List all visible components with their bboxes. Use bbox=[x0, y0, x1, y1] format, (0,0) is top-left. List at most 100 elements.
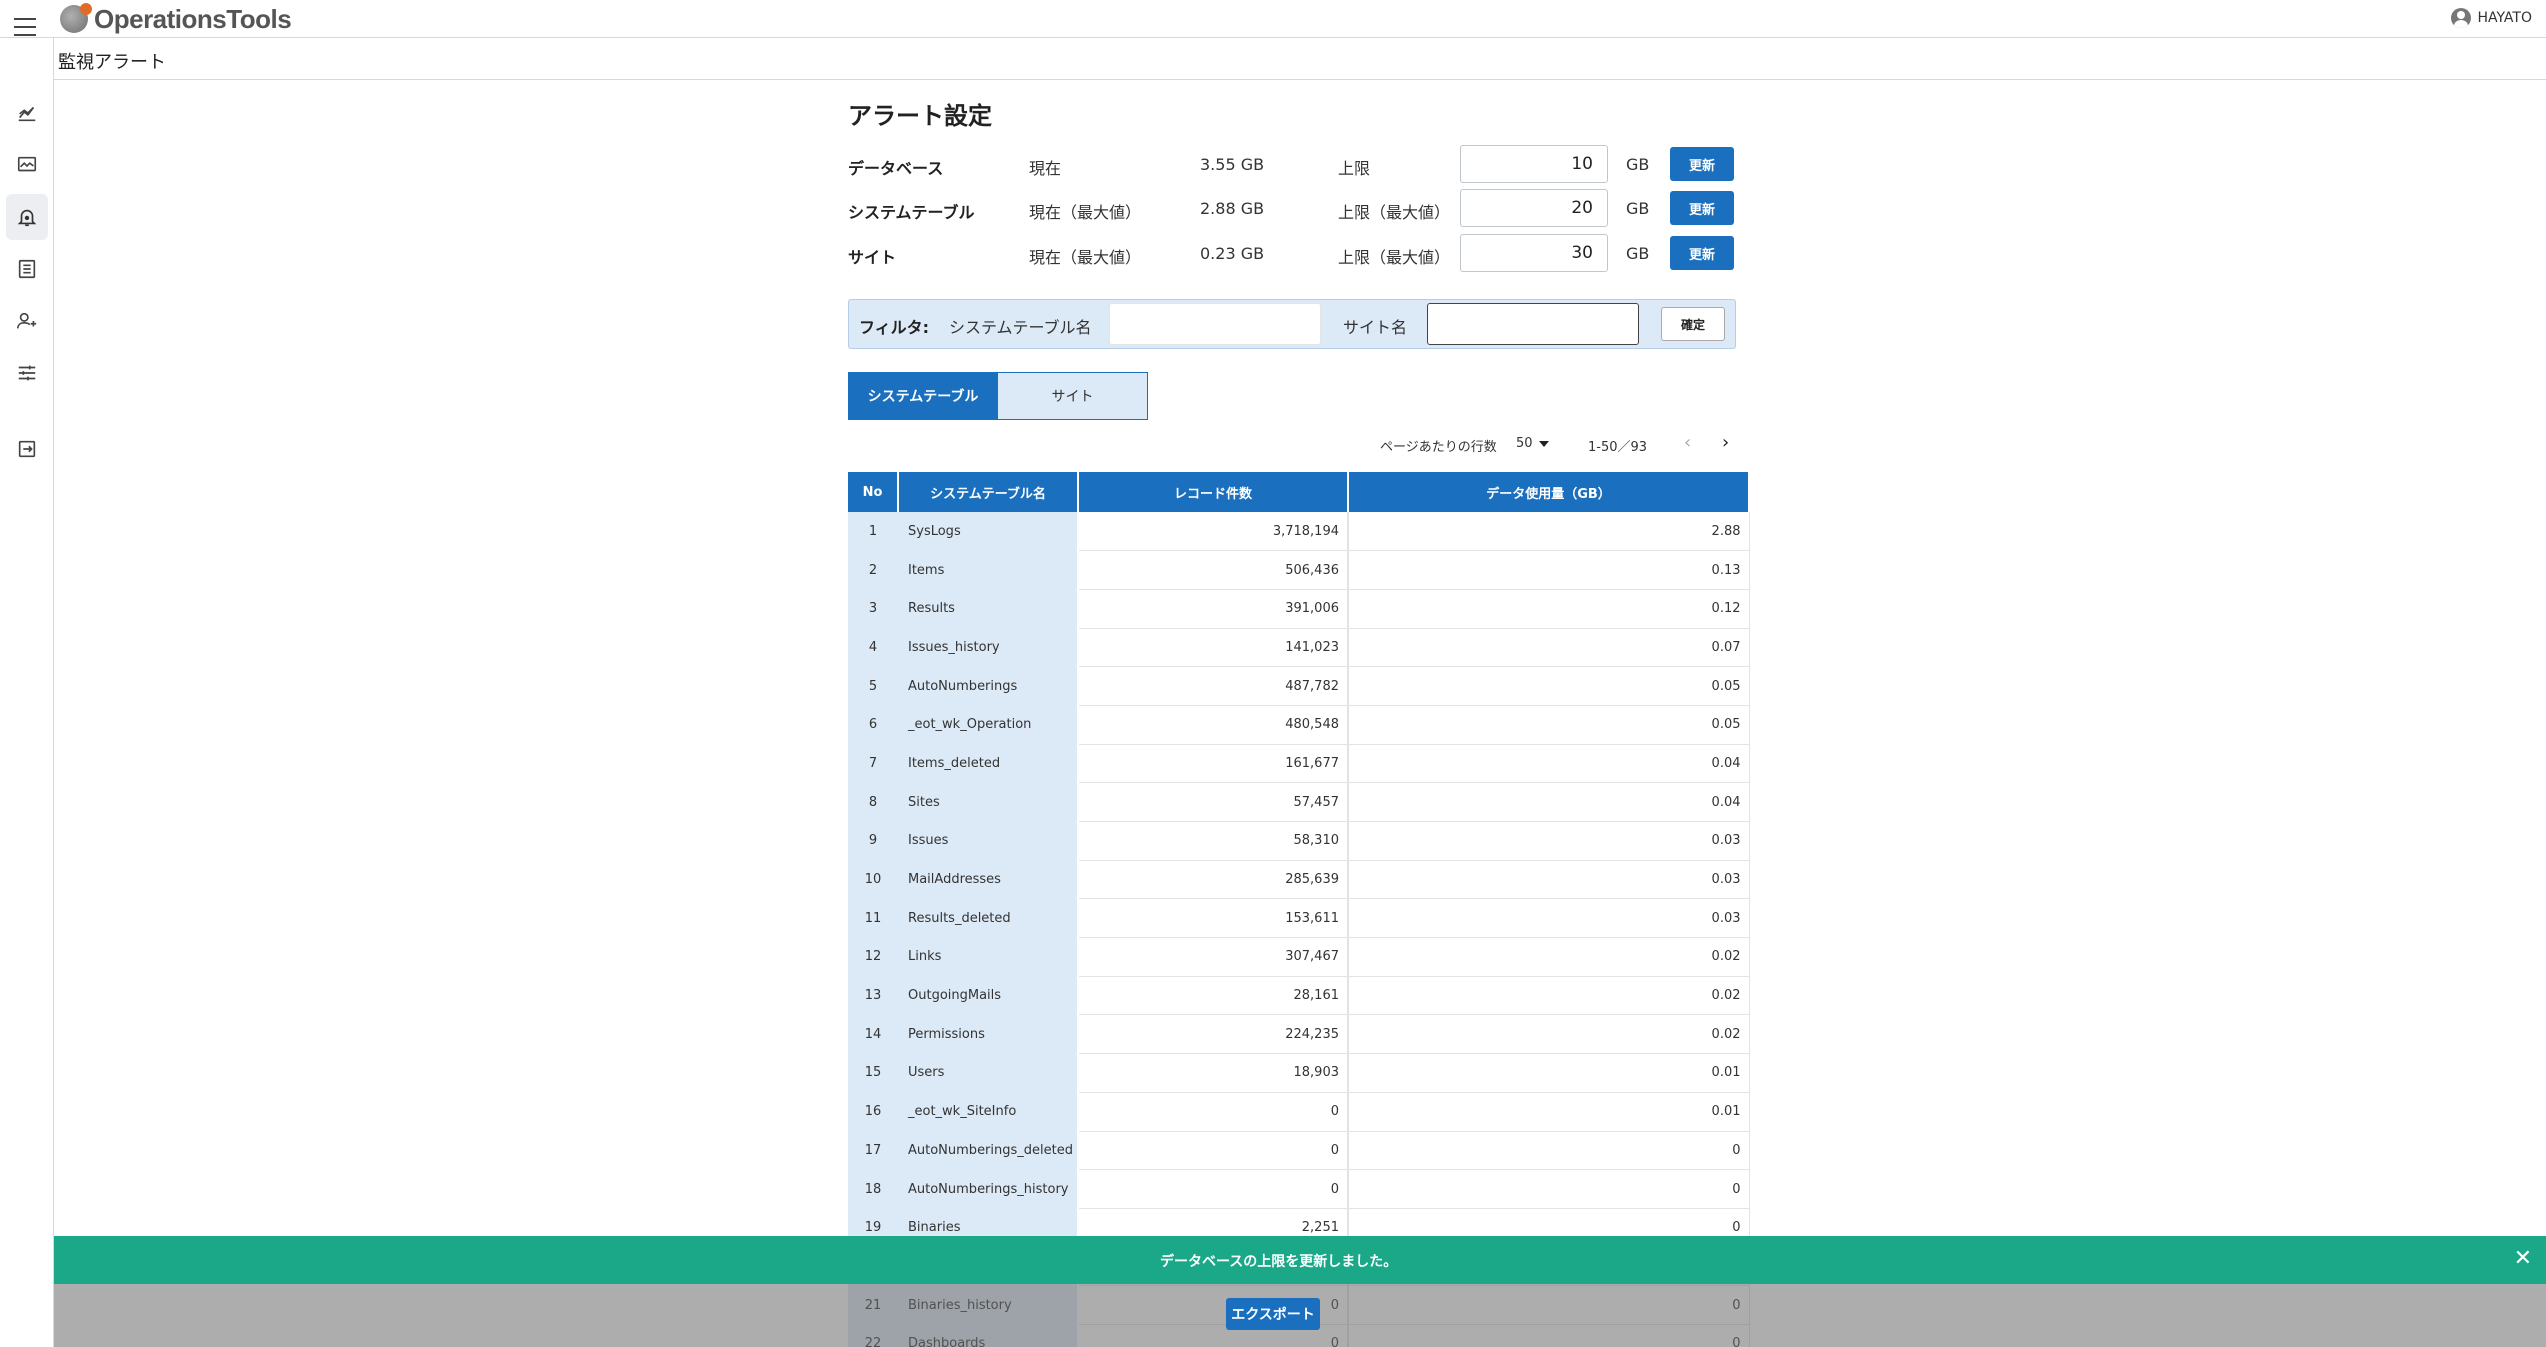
table-row[interactable]: 11 Results_deleted 153,611 0.03 bbox=[848, 898, 1750, 939]
row-number: 5 bbox=[848, 666, 898, 706]
user-menu[interactable]: HAYATO bbox=[2451, 8, 2532, 28]
user-name: HAYATO bbox=[2477, 10, 2532, 26]
row-number: 13 bbox=[848, 976, 898, 1016]
sidebar-item-logout[interactable] bbox=[6, 426, 48, 472]
table-row[interactable]: 14 Permissions 224,235 0.02 bbox=[848, 1014, 1750, 1055]
column-header-table-name[interactable]: システムテーブル名 bbox=[898, 472, 1079, 512]
record-count-cell: 57,457 bbox=[1077, 782, 1349, 822]
filter-panel: フィルタ: システムテーブル名 サイト名 確定 bbox=[848, 299, 1736, 349]
column-header-no[interactable]: No bbox=[848, 472, 899, 512]
table-name-cell: SysLogs bbox=[898, 512, 1079, 552]
sidebar-item-list[interactable] bbox=[6, 246, 48, 292]
filter-title: フィルタ: bbox=[859, 318, 930, 337]
table-row[interactable]: 15 Users 18,903 0.01 bbox=[848, 1053, 1750, 1093]
chevron-left-icon[interactable]: ‹ bbox=[1684, 432, 1691, 453]
table-name-input[interactable] bbox=[1109, 303, 1321, 345]
data-usage-cell: 0.03 bbox=[1348, 860, 1750, 900]
limit-label: システムテーブル bbox=[848, 203, 975, 222]
update-database-button[interactable]: 更新 bbox=[1670, 147, 1734, 181]
table-name-cell: Results bbox=[898, 589, 1079, 629]
current-label: 現在（最大値） bbox=[1029, 203, 1142, 222]
close-icon[interactable]: ✕ bbox=[2514, 1246, 2532, 1271]
data-usage-cell: 0.02 bbox=[1348, 937, 1750, 977]
database-limit-input[interactable] bbox=[1460, 145, 1608, 183]
confirm-button[interactable]: 確定 bbox=[1661, 307, 1725, 341]
table-row[interactable]: 8 Sites 57,457 0.04 bbox=[848, 782, 1750, 822]
upper-limit-label: 上限（最大値） bbox=[1338, 248, 1451, 267]
table-name-cell: Links bbox=[898, 937, 1079, 977]
alert-bell-icon bbox=[17, 209, 37, 227]
data-usage-cell: 0.03 bbox=[1348, 821, 1750, 861]
row-number: 16 bbox=[848, 1092, 898, 1132]
sidebar-item-monitor[interactable] bbox=[6, 142, 48, 188]
update-system-table-button[interactable]: 更新 bbox=[1670, 191, 1734, 225]
table-row[interactable]: 12 Links 307,467 0.02 bbox=[848, 937, 1750, 977]
hamburger-menu-icon[interactable] bbox=[14, 18, 40, 38]
row-number: 3 bbox=[848, 589, 898, 629]
record-count-cell: 153,611 bbox=[1077, 898, 1349, 939]
system-table-grid: No システムテーブル名 レコード件数 データ使用量（GB） 1 SysLogs 3… bbox=[848, 472, 1750, 1347]
limit-label: サイト bbox=[848, 248, 897, 267]
table-row[interactable]: 13 OutgoingMails 28,161 0.02 bbox=[848, 976, 1750, 1016]
table-row[interactable]: 5 AutoNumberings 487,782 0.05 bbox=[848, 666, 1750, 706]
rows-per-page-value: 50 bbox=[1516, 436, 1533, 451]
table-row[interactable]: 4 Issues_history 141,023 0.07 bbox=[848, 628, 1750, 668]
table-row[interactable]: 9 Issues 58,310 0.03 bbox=[848, 821, 1750, 861]
export-button[interactable]: エクスポート bbox=[1226, 1298, 1320, 1330]
row-number: 4 bbox=[848, 628, 898, 668]
logo-text: OperationsTools bbox=[94, 3, 292, 34]
update-site-button[interactable]: 更新 bbox=[1670, 236, 1734, 270]
table-row[interactable]: 7 Items_deleted 161,677 0.04 bbox=[848, 744, 1750, 784]
table-row[interactable]: 17 AutoNumberings_deleted 0 0 bbox=[848, 1131, 1750, 1171]
record-count-cell: 3,718,194 bbox=[1077, 512, 1349, 552]
sidebar bbox=[0, 38, 54, 1347]
limit-row-database: データベース 現在 3.55 GB 上限 GB 更新 bbox=[848, 145, 1738, 185]
record-count-cell: 141,023 bbox=[1077, 628, 1349, 668]
table-row[interactable]: 18 AutoNumberings_history 0 0 bbox=[848, 1169, 1750, 1209]
record-count-cell: 18,903 bbox=[1077, 1053, 1349, 1093]
tab-site[interactable]: サイト bbox=[998, 372, 1148, 420]
row-number: 10 bbox=[848, 860, 898, 900]
table-body: 1 SysLogs 3,718,194 2.88 2 Items 506,436 0.13 3 R… bbox=[848, 512, 1750, 1347]
user-avatar-icon bbox=[2451, 8, 2472, 28]
record-count-cell: 391,006 bbox=[1077, 589, 1349, 629]
sidebar-item-settings[interactable] bbox=[6, 350, 48, 396]
table-row[interactable]: 1 SysLogs 3,718,194 2.88 bbox=[848, 512, 1750, 552]
page-range: 1-50／93 bbox=[1588, 440, 1648, 455]
data-usage-cell: 2.88 bbox=[1348, 512, 1750, 552]
sidebar-item-users[interactable] bbox=[6, 298, 48, 344]
system-table-limit-input[interactable] bbox=[1460, 189, 1608, 227]
column-header-record-count[interactable]: レコード件数 bbox=[1078, 472, 1349, 512]
data-usage-cell: 0.05 bbox=[1348, 666, 1750, 706]
table-row[interactable]: 6 _eot_wk_Operation 480,548 0.05 bbox=[848, 705, 1750, 745]
data-usage-cell: 0.03 bbox=[1348, 898, 1750, 939]
record-count-cell: 487,782 bbox=[1077, 666, 1349, 706]
row-number: 9 bbox=[848, 821, 898, 861]
page-title: アラート設定 bbox=[848, 102, 992, 130]
sidebar-item-dashboard[interactable] bbox=[6, 90, 48, 136]
table-row[interactable]: 3 Results 391,006 0.12 bbox=[848, 589, 1750, 629]
tab-bar: システムテーブル サイト bbox=[848, 372, 1148, 420]
table-row[interactable]: 16 _eot_wk_SiteInfo 0 0.01 bbox=[848, 1092, 1750, 1132]
app-logo[interactable]: OperationsTools bbox=[60, 3, 292, 34]
table-row[interactable]: 10 MailAddresses 285,639 0.03 bbox=[848, 860, 1750, 900]
chevron-right-icon[interactable]: › bbox=[1722, 432, 1729, 453]
table-row[interactable]: 2 Items 506,436 0.13 bbox=[848, 550, 1750, 590]
rows-per-page-select[interactable]: 50 bbox=[1516, 436, 1549, 451]
top-bar: OperationsTools HAYATO bbox=[0, 0, 2546, 38]
column-header-data-usage[interactable]: データ使用量（GB） bbox=[1348, 472, 1750, 512]
breadcrumb: 監視アラート bbox=[58, 52, 166, 73]
current-value: 0.23 GB bbox=[1200, 244, 1265, 263]
list-icon bbox=[18, 259, 36, 279]
site-name-input[interactable] bbox=[1427, 303, 1639, 345]
data-usage-cell: 0.05 bbox=[1348, 705, 1750, 745]
tab-system-table[interactable]: システムテーブル bbox=[848, 372, 998, 420]
table-name-label: システムテーブル名 bbox=[949, 318, 1092, 337]
table-name-cell: Issues bbox=[898, 821, 1079, 861]
sliders-icon bbox=[18, 365, 36, 381]
data-usage-cell: 0.01 bbox=[1348, 1092, 1750, 1132]
site-limit-input[interactable] bbox=[1460, 234, 1608, 272]
table-name-cell: AutoNumberings bbox=[898, 666, 1079, 706]
site-name-label: サイト名 bbox=[1343, 318, 1408, 337]
sidebar-item-alert[interactable] bbox=[6, 194, 48, 240]
